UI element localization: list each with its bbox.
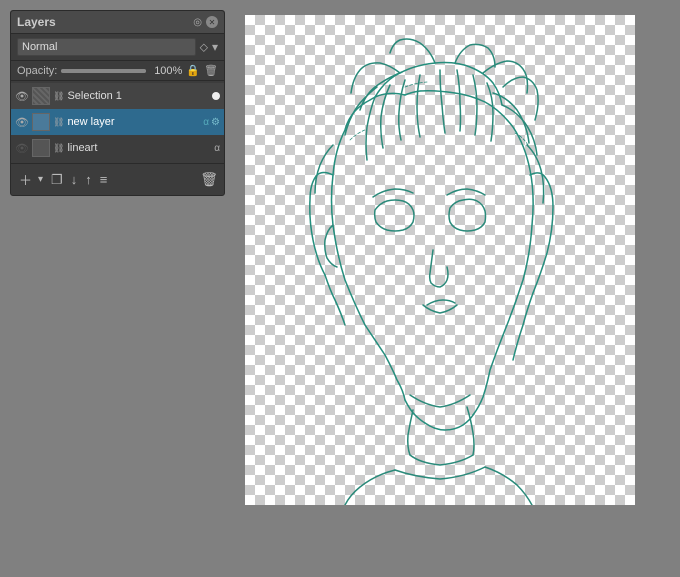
panel-menu-icon[interactable]: ◎: [193, 17, 202, 28]
layer-name-selection1: Selection 1: [67, 90, 209, 102]
canvas-drawing[interactable]: [245, 15, 635, 505]
layer-properties-button[interactable]: ≡: [98, 170, 110, 189]
delete-layer-button[interactable]: 🗑: [200, 171, 218, 188]
mode-row: Normal Multiply Screen Overlay ⬦ ▾: [11, 34, 224, 61]
layer-item-selection1[interactable]: 👁 ⛓ Selection 1: [11, 83, 224, 109]
opacity-delete-icon[interactable]: 🗑: [204, 64, 218, 77]
layer-chain-new-layer[interactable]: ⛓: [53, 117, 64, 128]
layer-thumb-new-layer: [32, 113, 50, 131]
filter-icon2[interactable]: ▾: [212, 40, 218, 54]
opacity-label: Opacity:: [17, 65, 57, 77]
layer-chain-selection1[interactable]: ⛓: [53, 91, 64, 102]
blend-mode-select[interactable]: Normal Multiply Screen Overlay: [17, 38, 196, 56]
add-layer-button[interactable]: ＋: [17, 168, 34, 191]
panel-title: Layers: [17, 15, 56, 29]
layer-item-new-layer[interactable]: 👁 ⛓ new layer α ⚙: [11, 109, 224, 135]
filter-icon[interactable]: ⬦: [200, 40, 208, 55]
layer-item-lineart[interactable]: 👁 ⛓ lineart α: [11, 135, 224, 161]
layer-dot-selection1: [212, 92, 220, 100]
layer-visibility-lineart[interactable]: 👁: [15, 142, 29, 155]
panel-titlebar: Layers ◎ ✕: [11, 11, 224, 34]
layer-visibility-selection1[interactable]: 👁: [15, 90, 29, 103]
layer-settings-icon[interactable]: ⚙: [211, 117, 220, 128]
add-button-group: ＋ ▾: [17, 168, 45, 191]
opacity-slider[interactable]: [61, 69, 146, 73]
panel-toolbar: ＋ ▾ ❐ ↓ ↑ ≡ 🗑: [11, 163, 224, 195]
panel-title-icons: ◎ ✕: [193, 16, 218, 28]
merge-down-button[interactable]: ↓: [69, 170, 80, 189]
duplicate-layer-button[interactable]: ❐: [49, 170, 65, 190]
layer-name-new-layer: new layer: [67, 116, 200, 128]
panel-close-button[interactable]: ✕: [206, 16, 218, 28]
opacity-value: 100%: [150, 65, 182, 77]
layer-thumb-lineart: [32, 139, 50, 157]
layer-name-lineart: lineart: [67, 142, 211, 154]
layer-chain-lineart[interactable]: ⛓: [53, 143, 64, 154]
layer-alpha-lineart[interactable]: α: [214, 143, 220, 154]
layer-list: 👁 ⛓ Selection 1 👁 ⛓ new layer α ⚙ 👁: [11, 81, 224, 163]
move-up-button[interactable]: ↑: [83, 170, 94, 189]
opacity-row: Opacity: 100% 🔒 🗑: [11, 61, 224, 81]
layer-visibility-new-layer[interactable]: 👁: [15, 116, 29, 129]
canvas-container: [245, 15, 635, 505]
workspace: Layers ◎ ✕ Normal Multiply Screen Overla…: [0, 0, 680, 577]
layer-thumb-selection1: [32, 87, 50, 105]
lock-icon[interactable]: 🔒: [186, 64, 200, 77]
layers-panel: Layers ◎ ✕ Normal Multiply Screen Overla…: [10, 10, 225, 196]
layer-action-icons-new-layer: α ⚙: [203, 117, 220, 128]
add-layer-dropdown[interactable]: ▾: [36, 172, 45, 187]
canvas-area: [235, 0, 680, 577]
layer-action-icons-lineart: α: [214, 143, 220, 154]
layer-alpha-lock-icon[interactable]: α: [203, 117, 209, 128]
